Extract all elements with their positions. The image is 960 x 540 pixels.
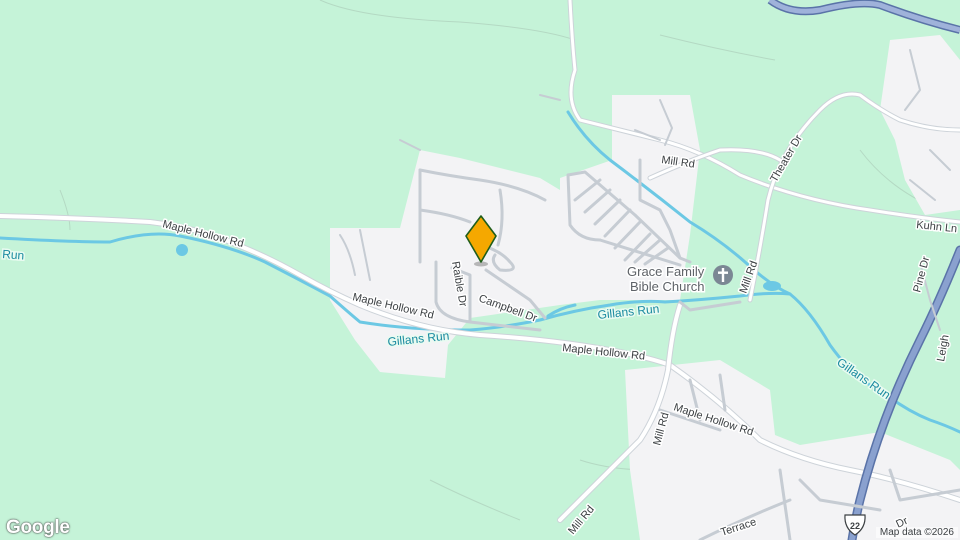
residential-area	[625, 360, 960, 540]
road-label-pine-dr: Pine Dr	[911, 255, 932, 294]
poi-grace-family-bible-church[interactable]: Grace Family Bible Church	[626, 263, 733, 296]
map-attribution[interactable]: Map data ©2026	[875, 527, 958, 538]
residential-area	[330, 150, 560, 378]
pond	[176, 244, 188, 256]
terrain-line	[429, 479, 521, 521]
road-label-leigh: Leigh	[935, 334, 951, 363]
poi-label-line1: Grace Family	[627, 264, 705, 279]
pond	[763, 281, 781, 291]
water-label-run: Run	[2, 247, 25, 263]
road-label-maple-hollow-rd: Maple Hollow Rd	[562, 342, 646, 363]
terrain-line	[59, 189, 71, 231]
google-logo: Google	[6, 517, 70, 538]
terrain-line	[659, 34, 776, 61]
map-layer[interactable]: Maple Hollow Rd Maple Hollow Rd Maple Ho…	[0, 0, 960, 540]
water-label-gillans-run: Gillans Run	[834, 355, 893, 402]
map-canvas[interactable]: Maple Hollow Rd Maple Hollow Rd Maple Ho…	[0, 0, 960, 540]
terrain-line	[319, 0, 576, 41]
cross-icon	[713, 265, 733, 285]
us-22-shield-number: 22	[850, 521, 860, 531]
poi-label-line2: Bible Church	[630, 279, 704, 294]
